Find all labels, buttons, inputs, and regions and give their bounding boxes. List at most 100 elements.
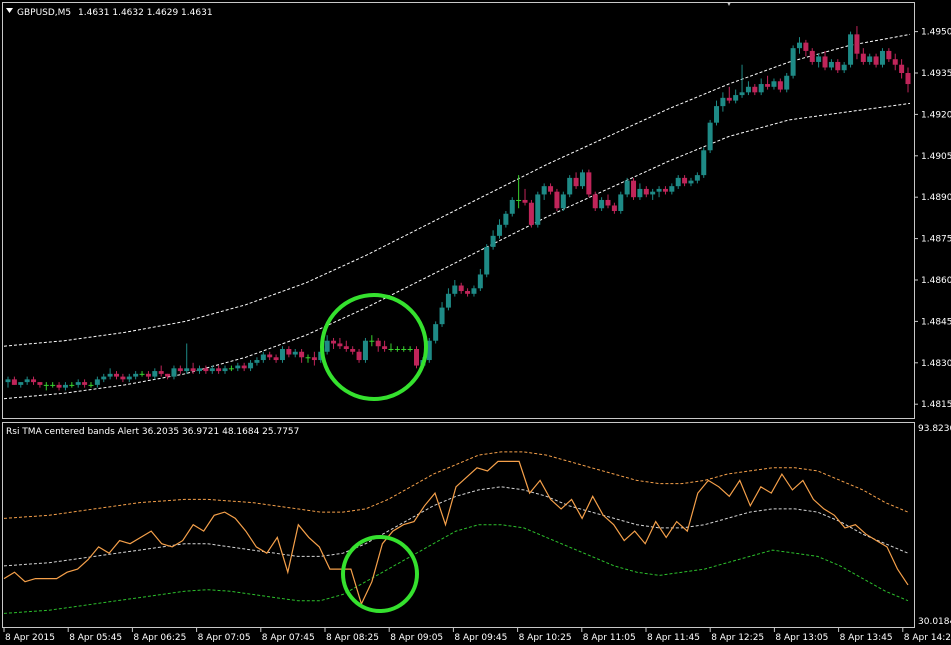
candle-body: [165, 373, 171, 377]
candle: [631, 177, 637, 200]
candle-body: [643, 188, 649, 195]
time-axis-label: 8 Apr 2015: [5, 633, 55, 643]
candle-body: [248, 362, 254, 369]
price-axis-label: 1.4830: [921, 359, 951, 369]
candle-body: [528, 202, 534, 225]
candle-body: [714, 106, 720, 123]
candle: [528, 199, 534, 228]
candle-body: [765, 84, 771, 87]
candle-body: [401, 349, 407, 350]
candle-body: [637, 188, 643, 198]
candle: [790, 45, 796, 79]
time-axis-label: 8 Apr 11:45: [647, 633, 700, 643]
candle-body: [535, 194, 541, 225]
candle-body: [541, 186, 547, 195]
candle: [624, 177, 630, 198]
candle-body: [184, 368, 190, 372]
candle-body: [101, 376, 107, 380]
candle-body: [848, 34, 854, 65]
price-axis-label: 1.4935: [921, 69, 951, 79]
candle-body: [235, 365, 241, 369]
price-axis-label: 1.4920: [921, 110, 951, 120]
candle-body: [82, 382, 88, 385]
candle-body: [758, 84, 764, 93]
candle-body: [605, 199, 611, 206]
candle-body: [343, 346, 349, 349]
candle-body: [816, 56, 822, 62]
candle-body: [190, 368, 196, 372]
candle-body: [433, 324, 439, 341]
trading-chart[interactable]: GBPUSD,M5 1.4631 1.4632 1.4629 1.4631 1.…: [0, 0, 951, 645]
symbol-label: GBPUSD,M5: [17, 8, 71, 18]
candle-body: [471, 288, 477, 294]
candle-body: [720, 97, 726, 107]
candle-body: [11, 379, 17, 385]
candle-body: [203, 368, 209, 372]
candle-body: [37, 382, 43, 385]
candle-body: [726, 97, 732, 101]
candle-body: [375, 340, 381, 347]
candle-body: [796, 42, 802, 49]
price-axis-label: 1.4845: [921, 317, 951, 327]
candle-body: [752, 86, 758, 93]
candle-body: [356, 351, 362, 361]
candle: [592, 191, 598, 211]
candle-body: [31, 379, 37, 383]
candle-body: [682, 177, 688, 184]
candle-body: [114, 373, 120, 377]
candle-body: [586, 172, 592, 195]
candle-body: [177, 368, 183, 372]
candle-body: [592, 194, 598, 209]
time-axis-label: 8 Apr 08:25: [326, 633, 379, 643]
candle-body: [439, 307, 445, 325]
candle-body: [669, 186, 675, 192]
candle-body: [739, 92, 745, 96]
candle-body: [267, 354, 273, 358]
candle-body: [196, 368, 202, 372]
indicator-header: Rsi TMA centered bands Alert 36.2035 36.…: [6, 427, 299, 437]
candle-body: [465, 291, 471, 294]
candle-body: [362, 340, 368, 361]
candle-body: [707, 122, 713, 151]
candle-body: [388, 349, 394, 350]
candle-body: [222, 368, 228, 372]
candle-body: [784, 75, 790, 90]
candle: [586, 169, 592, 198]
candle-body: [43, 384, 49, 386]
candle-body: [554, 191, 560, 209]
candle-body: [854, 34, 860, 54]
candle-body: [899, 64, 905, 73]
chart-background: [0, 0, 951, 645]
candle-body: [656, 188, 662, 192]
time-axis-label: 8 Apr 09:45: [454, 633, 507, 643]
price-axis-label: 1.4890: [921, 193, 951, 203]
candle-body: [94, 379, 100, 385]
candle-body: [139, 373, 145, 375]
candle-body: [886, 50, 892, 60]
time-axis-label: 8 Apr 14:25: [904, 633, 951, 643]
time-axis-label: 8 Apr 07:45: [262, 633, 315, 643]
candle-body: [216, 368, 222, 372]
candle-body: [892, 59, 898, 65]
candle-body: [650, 191, 656, 195]
time-axis-label: 8 Apr 13:45: [840, 633, 893, 643]
candle: [707, 119, 713, 154]
candle-body: [254, 360, 260, 363]
time-axis-label: 8 Apr 05:45: [69, 633, 122, 643]
candle-body: [394, 349, 400, 350]
candle: [579, 169, 585, 189]
candle: [484, 244, 490, 278]
candle-body: [369, 340, 375, 342]
candle: [433, 321, 439, 344]
candle-body: [414, 349, 420, 366]
candle-body: [324, 340, 330, 352]
candle-body: [120, 376, 126, 380]
time-axis-label: 8 Apr 06:25: [133, 633, 186, 643]
candle-body: [867, 56, 873, 62]
candle-body: [407, 349, 413, 350]
candle-body: [841, 64, 847, 71]
candle: [554, 188, 560, 211]
candle-body: [496, 224, 502, 236]
candle-body: [5, 379, 11, 383]
candle-body: [771, 81, 777, 87]
